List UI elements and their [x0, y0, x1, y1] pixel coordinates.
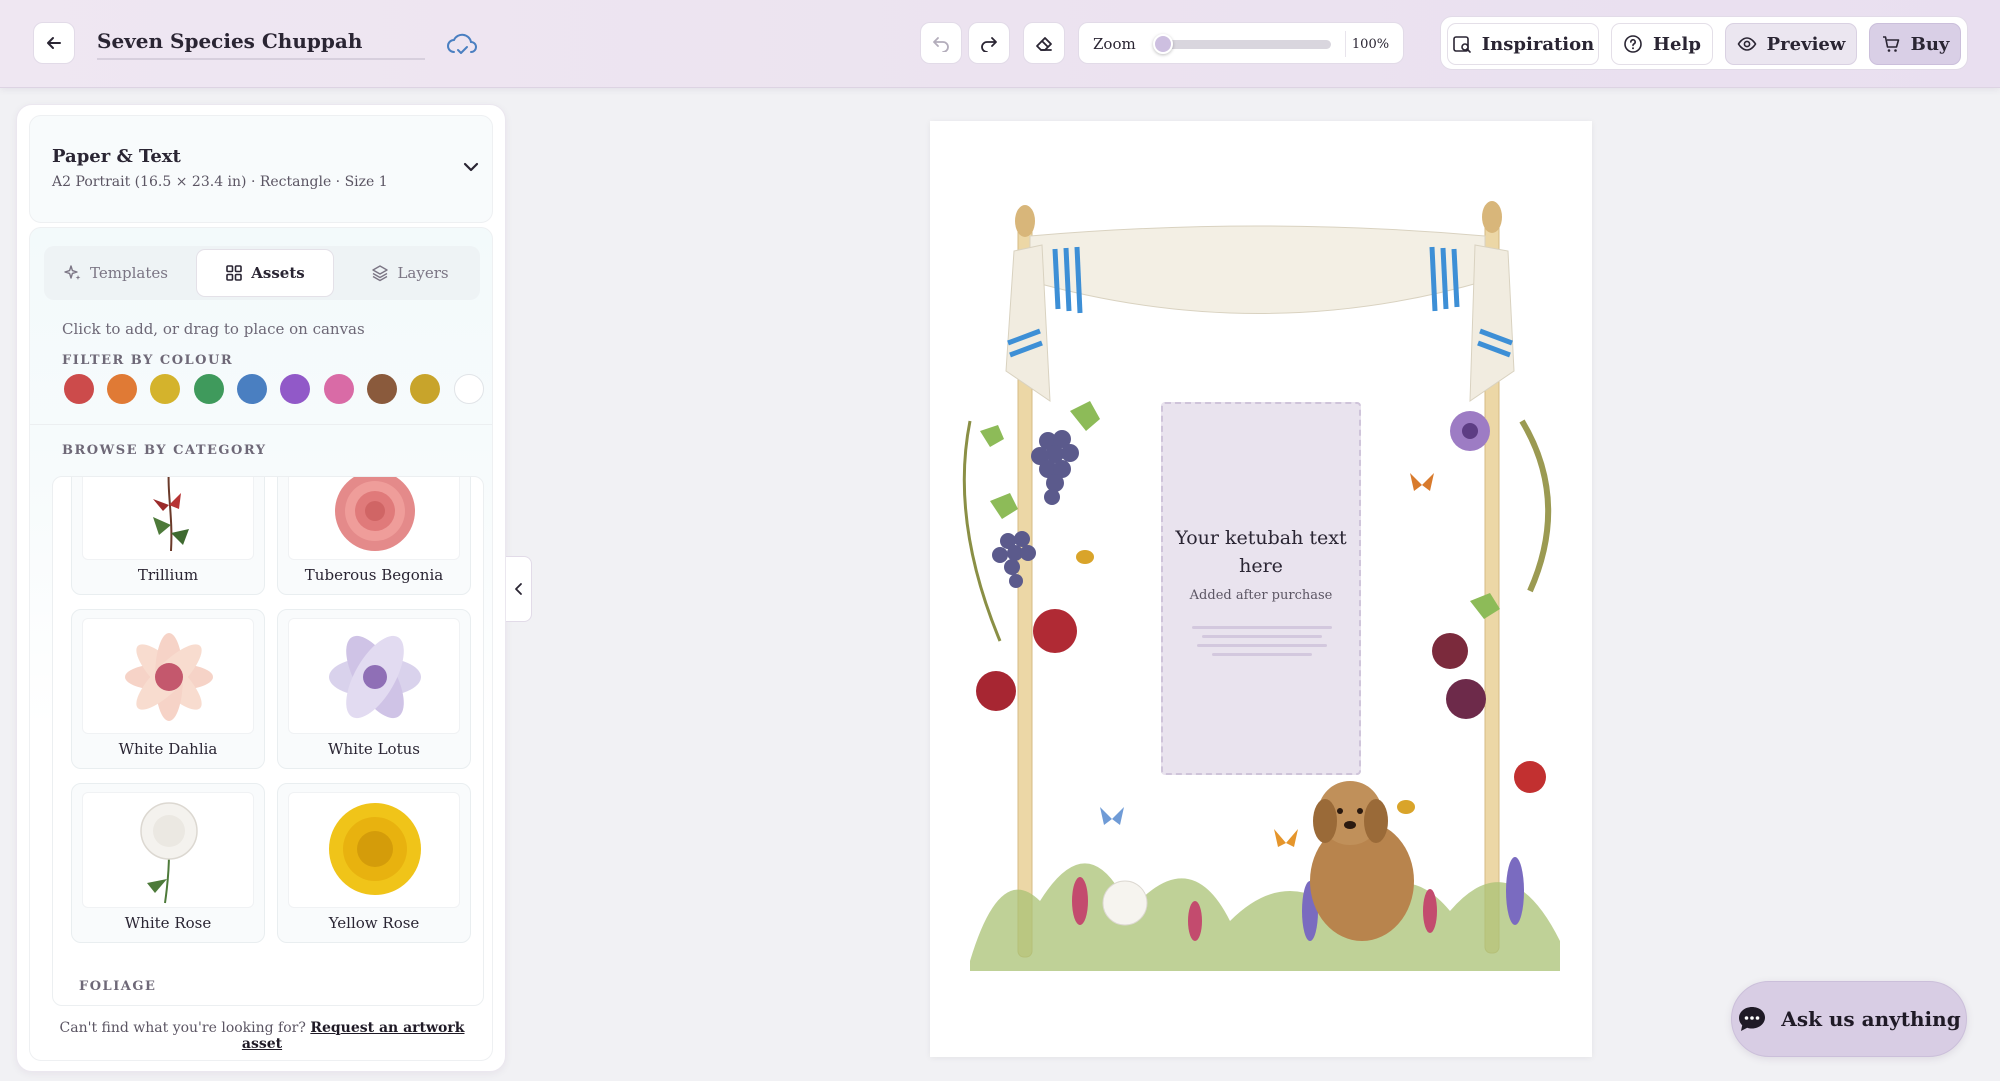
colour-swatch-white[interactable] [454, 374, 484, 404]
back-button[interactable] [33, 22, 75, 64]
inspiration-button[interactable]: Inspiration [1447, 23, 1599, 65]
paper-title: Paper & Text [52, 146, 181, 167]
zoom-label: Zoom [1093, 35, 1136, 53]
asset-card-yellow-rose[interactable]: Yellow Rose [277, 783, 471, 943]
asset-label: Tuberous Begonia [304, 566, 444, 584]
zoom-slider-thumb[interactable] [1153, 34, 1173, 54]
ketubah-text-subtitle: Added after purchase [1189, 588, 1333, 603]
asset-card-white-lotus[interactable]: White Lotus [277, 609, 471, 769]
chevron-left-icon [514, 583, 522, 595]
chat-label: Ask us anything [1781, 1007, 1961, 1031]
header-actions: Inspiration Help Preview Buy [1440, 16, 1968, 70]
zoom-slider-track[interactable] [1153, 40, 1331, 49]
asset-card-trillium[interactable]: Trillium [71, 477, 265, 595]
colour-swatch-green[interactable] [194, 374, 224, 404]
tab-layers-label: Layers [397, 264, 449, 282]
asset-label: White Lotus [328, 740, 420, 758]
inspiration-label: Inspiration [1481, 33, 1595, 55]
asset-label: White Rose [124, 914, 212, 932]
tab-assets-label: Assets [251, 264, 305, 282]
buy-label: Buy [1910, 33, 1950, 55]
undo-button[interactable] [920, 22, 962, 64]
assets-panel: Templates Assets Layers Click to add, or… [29, 227, 493, 1061]
panel-tabs: Templates Assets Layers [44, 246, 480, 300]
placeholder-line [1212, 653, 1312, 656]
paper-subtitle: A2 Portrait (16.5 × 23.4 in) · Rectangle… [52, 174, 388, 190]
zoom-control: Zoom 100% [1078, 22, 1404, 64]
eraser-icon [1036, 37, 1052, 51]
undo-icon [933, 37, 949, 52]
ketubah-text-title: Your ketubah text here [1175, 527, 1347, 577]
asset-card-white-rose[interactable]: White Rose [71, 783, 265, 943]
canvas-paper[interactable]: Your ketubah text here Added after purch… [930, 121, 1592, 1057]
tab-templates[interactable]: Templates [50, 249, 182, 297]
eye-icon [1737, 37, 1757, 51]
help-label: Help [1653, 33, 1701, 55]
image-search-icon [1452, 36, 1471, 53]
asset-label: Yellow Rose [328, 914, 420, 932]
sparkle-icon [64, 265, 81, 280]
yellow-rose-image [288, 792, 460, 908]
document-title-input[interactable] [97, 26, 425, 60]
grid-icon [226, 265, 243, 281]
chat-bubble-icon [1739, 1007, 1766, 1031]
placeholder-line [1197, 644, 1327, 647]
colour-swatch-pink[interactable] [324, 374, 354, 404]
eraser-button[interactable] [1023, 22, 1065, 64]
colour-swatch-yellow[interactable] [150, 374, 180, 404]
asset-label: Trillium [137, 566, 199, 584]
zoom-value: 100% [1345, 31, 1395, 57]
redo-icon [981, 37, 997, 52]
colour-swatch-blue[interactable] [237, 374, 267, 404]
colour-swatch-orange[interactable] [107, 374, 137, 404]
ketubah-text-placeholder[interactable]: Your ketubah text here Added after purch… [1161, 402, 1361, 775]
left-panel: Paper & Text A2 Portrait (16.5 × 23.4 in… [16, 104, 506, 1072]
preview-label: Preview [1766, 33, 1846, 55]
chat-button[interactable]: Ask us anything [1731, 981, 1967, 1057]
request-asset-line: Can't find what you're looking for? Requ… [50, 1020, 474, 1052]
colour-swatch-brown[interactable] [367, 374, 397, 404]
buy-button[interactable]: Buy [1869, 23, 1961, 65]
foliage-category-label: FOLIAGE [79, 979, 157, 994]
request-prefix: Can't find what you're looking for? [59, 1020, 306, 1036]
layers-icon [372, 265, 389, 282]
cloud-saved-icon [447, 33, 477, 54]
assets-hint: Click to add, or drag to place on canvas [62, 320, 365, 338]
white-dahlia-image [82, 618, 254, 734]
tuberous-begonia-image [288, 477, 460, 560]
tab-templates-label: Templates [90, 264, 168, 282]
placeholder-line [1192, 626, 1332, 629]
colour-swatch-gold[interactable] [410, 374, 440, 404]
white-lotus-image [288, 618, 460, 734]
white-rose-image [82, 792, 254, 908]
redo-button[interactable] [968, 22, 1010, 64]
filter-by-colour-label: FILTER BY COLOUR [62, 353, 234, 368]
collapse-panel-button[interactable] [506, 556, 532, 622]
asset-grid: Trillium Tuberous Begonia White Dahlia W… [52, 476, 484, 1006]
placeholder-line [1202, 635, 1322, 638]
tab-assets[interactable]: Assets [196, 249, 334, 297]
colour-swatch-purple[interactable] [280, 374, 310, 404]
asset-card-tuberous-begonia[interactable]: Tuberous Begonia [277, 477, 471, 595]
cart-icon [1882, 36, 1899, 52]
chevron-down-icon[interactable] [462, 158, 480, 176]
paper-settings-card[interactable]: Paper & Text A2 Portrait (16.5 × 23.4 in… [29, 115, 493, 223]
divider [30, 424, 492, 425]
asset-label: White Dahlia [118, 740, 218, 758]
tab-layers[interactable]: Layers [344, 249, 476, 297]
top-bar: Zoom 100% Inspiration Help [0, 0, 2000, 88]
arrow-left-icon [47, 37, 61, 49]
colour-swatch-red[interactable] [64, 374, 94, 404]
browse-by-category-label: BROWSE BY CATEGORY [62, 443, 267, 458]
trillium-image [82, 477, 254, 560]
help-circle-icon [1624, 35, 1642, 53]
preview-button[interactable]: Preview [1725, 23, 1857, 65]
help-button[interactable]: Help [1611, 23, 1713, 65]
asset-card-white-dahlia[interactable]: White Dahlia [71, 609, 265, 769]
